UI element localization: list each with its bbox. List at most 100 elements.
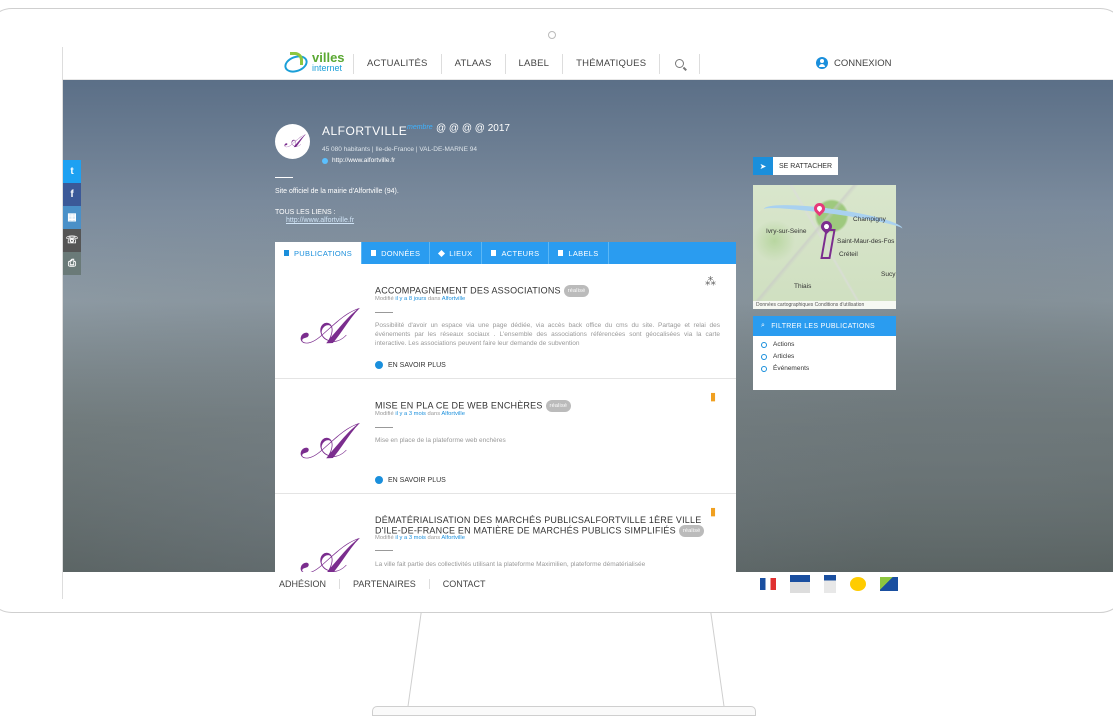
laposte-logo[interactable] [850,577,866,591]
publication-title[interactable]: DÉMATÉRIALISATION DES MARCHÉS PUBLICSALF… [375,515,715,537]
link-icon [322,157,328,164]
publication-meta: Modifié il y a 3 mois dans Alfortville [375,535,465,541]
logo-sub-text: internet [312,63,343,73]
status-badge: réalisé [545,400,572,412]
filter-header[interactable]: ⌕ FILTRER LES PUBLICATIONS [753,316,896,336]
tab-acteurs[interactable]: ACTEURS [482,242,550,264]
database-icon [371,250,377,256]
publication-body: Mise en place de la plateforme web enchè… [375,437,506,444]
attach-label: SE RATTACHER [779,162,833,170]
nav-item-label[interactable]: LABEL [504,53,563,74]
tab-lieux[interactable]: LIEUX [430,242,483,264]
nav-item-actualites[interactable]: ACTUALITÉS [353,53,441,74]
map-label: Saint-Maur-des-Fos [837,238,895,245]
city-url-text: http://www.alfortville.fr [332,157,396,164]
publication-body: La ville fait partie des collectivités u… [375,561,646,568]
tab-publications[interactable]: PUBLICATIONS [275,242,363,264]
divider [375,550,393,551]
login-label: CONNEXION [834,57,892,69]
attach-button[interactable]: ➤ SE RATTACHER [753,157,839,175]
status-badge: réalisé [563,285,590,297]
tab-labels[interactable]: LABELS [549,242,609,264]
city-description: Site officiel de la mairie d'Alfortville… [275,188,399,195]
monitor-base [372,706,756,716]
map-label: Créteil [839,251,858,258]
city-name: ALFORTVILLE [322,124,408,138]
monitor-stand [407,612,451,708]
monitor-stand [681,612,725,708]
divider [275,177,293,178]
ministere2-logo[interactable] [824,575,836,593]
facebook-icon[interactable]: f [63,183,81,206]
publication-thumbnail: 𝒜 [299,297,347,355]
city-rating: @ @ @ @ 2017 [436,123,510,134]
login-button[interactable]: CONNEXION [816,57,892,69]
arrow-right-icon [375,361,383,369]
city-url[interactable]: http://www.alfortville.fr [322,157,395,164]
footer-link-contact[interactable]: CONTACT [428,579,499,589]
publication-body: Possibilité d'avoir un espace via une pa… [375,322,720,347]
top-navbar: villes internet ACTUALITÉS ATLAAS LABEL … [63,47,1113,80]
footer-link-partenaires[interactable]: PARTENAIRES [339,579,429,589]
member-badge: membre [407,124,433,131]
tab-donnees[interactable]: DONNÉES [362,242,431,264]
map-label: Sucy [881,271,896,278]
divider [375,312,393,313]
logo-main-text: villes [312,50,345,65]
publication-meta: Modifié il y a 3 mois dans Alfortville [375,411,465,417]
document-icon [284,250,289,256]
mockup-stage: villes internet ACTUALITÉS ATLAAS LABEL … [0,0,1113,717]
logo-icon [282,52,308,74]
map-footer: Données cartographiques Conditions d'uti… [753,301,896,309]
print-icon[interactable]: ⎙ [63,252,81,275]
filter-option-evenements[interactable]: Événements [761,365,896,372]
user-icon [816,57,828,69]
contact-icon[interactable]: ☏ [63,229,81,252]
map-label: Thiais [794,283,812,290]
award-icon [558,250,564,256]
city-map[interactable]: Ivry-sur-Seine Champigny Saint-Maur-des-… [753,185,904,309]
map-zone [820,229,836,259]
map-label: Champigny [853,216,886,223]
mnt-logo[interactable] [880,577,898,591]
qrcode-icon[interactable]: ▦ [63,206,81,229]
radio-icon [761,353,767,360]
hero-section: t f ▦ ☏ ⎙ 𝒜 ALFORTVILLE membre @ @ @ @ 2… [63,80,1113,599]
city-info: 45 080 habitants | Ile-de-France | VAL-D… [322,146,477,153]
city-link[interactable]: http://www.alfortville.fr [286,217,354,224]
read-more-button[interactable]: EN SAVOIR PLUS [375,361,446,369]
status-badge: réalisé [678,525,705,537]
nav-search[interactable] [659,53,701,74]
republique-logo[interactable] [760,578,776,590]
search-icon [675,59,685,68]
footer-link-adhesion[interactable]: ADHÉSION [279,579,339,589]
site-logo[interactable]: villes internet [282,50,345,74]
city-avatar: 𝒜 [275,124,310,159]
ministere-logo[interactable] [790,575,810,593]
page-footer: ADHÉSION PARTENAIRES CONTACT [63,572,1113,599]
divider [375,427,393,428]
map-label: Ivry-sur-Seine [766,228,807,235]
radio-icon [761,341,767,348]
filter-option-actions[interactable]: Actions [761,341,896,348]
publication-meta: Modifié il y a 8 jours dans Alfortville [375,296,466,302]
links-heading: TOUS LES LIENS : [275,209,336,216]
list-item: ▮ 𝒜 MISE EN PLA CE DE WEB ENCHÈRES réalis… [275,379,736,494]
arrow-right-icon [375,476,383,484]
filter-option-articles[interactable]: Articles [761,353,896,360]
nav-item-thematiques[interactable]: THÉMATIQUES [562,53,659,74]
read-more-button[interactable]: EN SAVOIR PLUS [375,476,446,484]
partner-logos [760,575,912,593]
filter-panel: ⌕ FILTRER LES PUBLICATIONS Actions Articl… [753,316,896,390]
location-icon [438,249,446,257]
nav-menu: ACTUALITÉS ATLAAS LABEL THÉMATIQUES [353,47,701,80]
share-bar: t f ▦ ☏ ⎙ [63,160,81,275]
content-tabs: PUBLICATIONS DONNÉES LIEUX ACTEURS LABEL… [275,242,736,264]
nav-item-atlaas[interactable]: ATLAAS [440,53,505,74]
twitter-icon[interactable]: t [63,160,81,183]
search-icon: ⌕ [761,322,766,329]
list-item: ⁂ 𝒜 ACCOMPAGNEMENT DES ASSOCIATIONS réali… [275,264,736,379]
send-icon: ➤ [753,157,773,175]
camera-dot [548,31,556,39]
footer-links: ADHÉSION PARTENAIRES CONTACT [279,579,499,589]
